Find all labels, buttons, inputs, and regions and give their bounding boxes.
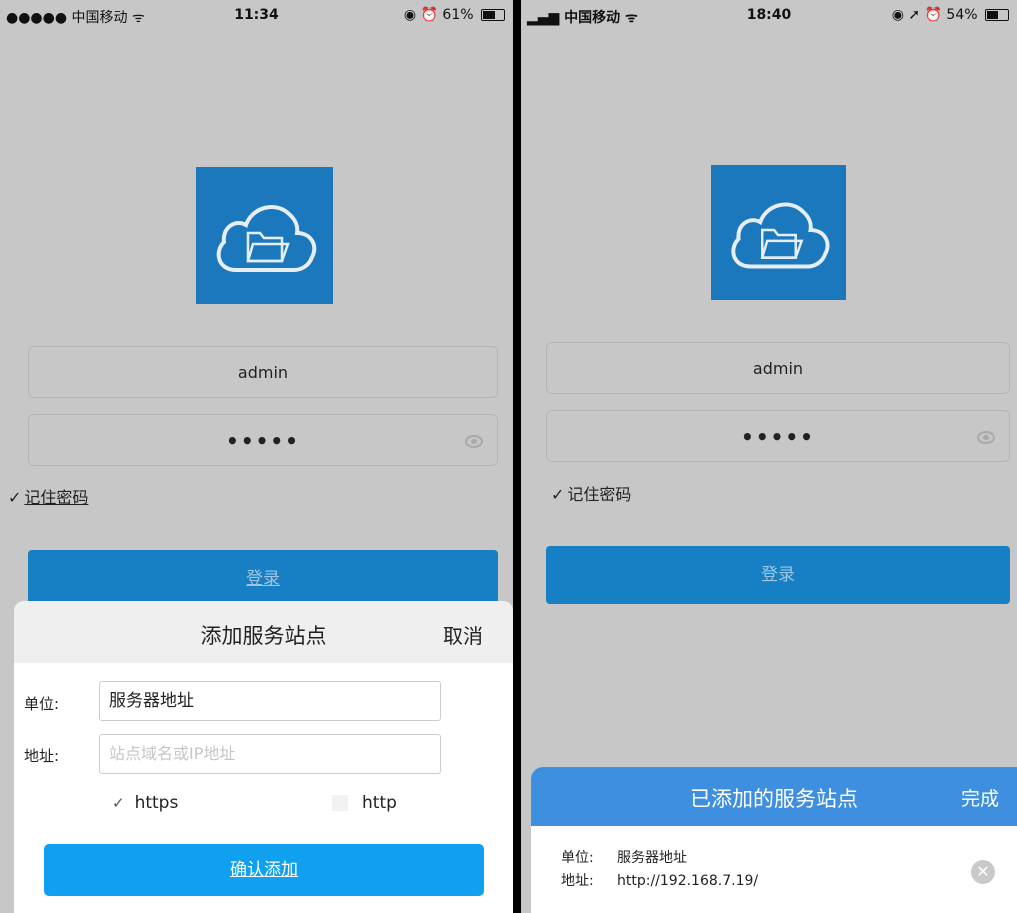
cancel-button[interactable]: 取消: [443, 620, 483, 649]
cloud-folder-icon: [731, 202, 830, 269]
https-label: https: [134, 793, 179, 813]
password-field[interactable]: •••••: [546, 410, 1010, 462]
checkmark-icon: ✓: [551, 485, 565, 504]
add-site-sheet: 添加服务站点 取消 单位: 服务器地址 地址: 站点域名或IP地址 ✓ https…: [14, 601, 513, 913]
site-unit-row: 单位: 服务器地址: [561, 847, 687, 867]
username-value: admin: [752, 359, 804, 378]
username-value: admin: [237, 363, 289, 382]
remember-password-checkbox[interactable]: ✓ 记住密码: [8, 484, 88, 508]
http-label: http: [362, 793, 397, 813]
done-button[interactable]: 完成: [961, 784, 999, 811]
added-sites-sheet: 已添加的服务站点 完成 单位: 服务器地址 地址: http://192.168.7…: [531, 767, 1017, 913]
status-icons-battery: ◉ ⏰ 61%: [403, 7, 474, 23]
username-field[interactable]: admin: [546, 342, 1010, 394]
status-indicators: ◉ ⏰ 61%: [404, 7, 505, 23]
unit-label: 单位:: [24, 695, 60, 713]
sheet-title: 已添加的服务站点: [690, 787, 858, 811]
status-icons-battery: ◉ ➚ ⏰ 54%: [891, 7, 978, 23]
app-logo: [196, 167, 333, 304]
remember-password-checkbox[interactable]: ✓ 记住密码: [551, 481, 631, 505]
site-address-row: 地址: http://192.168.7.19/: [561, 870, 758, 890]
unit-value: 服务器地址: [617, 850, 687, 866]
remember-password-label: 记住密码: [567, 485, 632, 504]
login-button[interactable]: 登录: [28, 550, 498, 608]
https-checkmark-icon: ✓: [112, 794, 125, 812]
unit-input[interactable]: 服务器地址: [99, 681, 441, 721]
left-phone-screen: ●●●●● 中国移动 ᯤ 11:34 ◉ ⏰ 61% admin ••••• ✓…: [0, 0, 513, 913]
unit-label: 单位:: [561, 850, 594, 866]
http-option[interactable]: http: [332, 793, 397, 813]
battery-icon: [985, 9, 1009, 21]
status-bar: ●●●●● 中国移动 ᯤ 11:34 ◉ ⏰ 61%: [0, 0, 513, 30]
address-label: 地址:: [561, 873, 594, 889]
app-logo: [711, 165, 846, 300]
checkmark-icon: ✓: [8, 488, 22, 507]
confirm-add-button[interactable]: 确认添加: [44, 844, 484, 896]
password-field[interactable]: •••••: [28, 414, 498, 466]
username-field[interactable]: admin: [28, 346, 498, 398]
sheet-header: 添加服务站点 取消: [14, 601, 513, 663]
close-circle-icon[interactable]: ✕: [971, 860, 995, 884]
https-option[interactable]: ✓ https: [112, 793, 178, 813]
eye-icon[interactable]: [465, 435, 483, 448]
eye-icon[interactable]: [977, 431, 995, 444]
sheet-title: 添加服务站点: [200, 624, 327, 648]
status-indicators: ◉ ➚ ⏰ 54%: [892, 7, 1009, 23]
status-bar: ▂▄▆ 中国移动 ᯤ 18:40 ◉ ➚ ⏰ 54%: [521, 0, 1017, 30]
password-mask: •••••: [226, 429, 300, 453]
sheet-header: 已添加的服务站点 完成: [531, 767, 1017, 826]
cloud-folder-icon: [216, 205, 317, 272]
address-label: 地址:: [24, 747, 60, 765]
login-button[interactable]: 登录: [546, 546, 1010, 604]
http-checkbox: [332, 795, 348, 811]
battery-icon: [481, 9, 505, 21]
address-value: http://192.168.7.19/: [617, 873, 759, 889]
password-mask: •••••: [741, 425, 815, 449]
address-input[interactable]: 站点域名或IP地址: [99, 734, 441, 774]
right-phone-screen: ▂▄▆ 中国移动 ᯤ 18:40 ◉ ➚ ⏰ 54% admin ••••• ✓…: [521, 0, 1017, 913]
remember-password-label: 记住密码: [24, 488, 89, 507]
